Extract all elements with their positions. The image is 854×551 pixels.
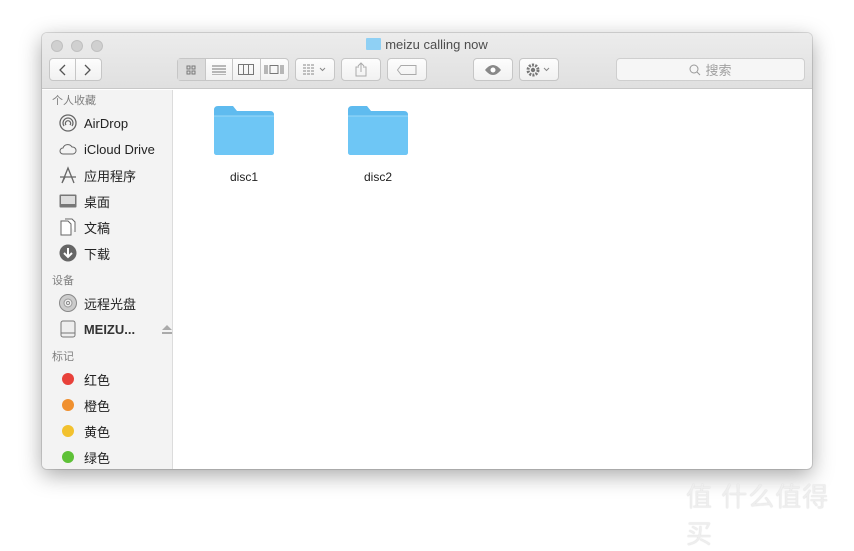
sidebar-item-label: 下载 <box>84 246 111 262</box>
folder-icon <box>348 106 408 155</box>
applications-icon <box>60 166 76 184</box>
download-icon <box>59 244 77 262</box>
desktop-icon <box>59 194 77 208</box>
search-placeholder: 搜索 <box>705 63 732 78</box>
sidebar-item-label: iCloud Drive <box>84 141 155 157</box>
sidebar-item-tag[interactable]: 橙色 <box>42 392 172 418</box>
sidebar-item-meizu[interactable]: MEIZU... <box>42 316 172 342</box>
list-icon <box>211 65 226 75</box>
sidebar-item-desktop[interactable]: 桌面 <box>42 188 172 214</box>
search-icon <box>689 64 701 75</box>
file-area: disc1 disc2 <box>174 90 812 469</box>
devices-header: 设备 <box>52 275 74 287</box>
coverflow-view-button[interactable] <box>261 59 288 80</box>
tag-color-dot-icon <box>62 373 74 385</box>
search-input[interactable]: 搜索 <box>616 58 805 81</box>
quicklook-button[interactable] <box>473 58 513 81</box>
sidebar-item-label: AirDrop <box>84 115 129 131</box>
tag-button[interactable] <box>387 58 427 81</box>
folder-name: disc2 <box>363 170 392 184</box>
arrange-button[interactable] <box>295 58 335 81</box>
action-button[interactable] <box>519 58 559 81</box>
folder-icon <box>366 38 382 50</box>
sidebar-item-label: 黄色 <box>84 424 111 440</box>
window-title: meizu calling now <box>42 37 812 52</box>
sidebar-item-documents[interactable]: 文稿 <box>42 214 172 240</box>
finder-window: meizu calling now 搜索 个人收藏 AirDrop iCloud… <box>42 33 812 469</box>
nav-buttons <box>49 58 102 81</box>
tag-color-dot-icon <box>62 425 74 437</box>
arrange-icon <box>303 64 326 75</box>
sidebar-item-label: 远程光盘 <box>84 296 137 312</box>
sidebar-item-tag[interactable]: 绿色 <box>42 444 172 469</box>
view-mode-segment <box>177 58 289 81</box>
gear-icon <box>526 63 550 76</box>
folder-item[interactable]: disc1 <box>204 104 284 184</box>
back-button[interactable] <box>50 59 76 80</box>
cloud-icon <box>59 144 77 155</box>
window-title-text: meizu calling now <box>385 37 488 52</box>
folder-icon <box>214 106 274 155</box>
sidebar-item-label: MEIZU... <box>83 321 136 337</box>
folder-item[interactable]: disc2 <box>338 104 418 184</box>
sidebar-item-tag[interactable]: 红色 <box>42 366 172 392</box>
share-button[interactable] <box>341 58 381 81</box>
sidebar: 个人收藏 AirDrop iCloud Drive 应用程序 桌面 文稿 下载 … <box>42 90 173 469</box>
sidebar-item-label: 红色 <box>84 372 111 388</box>
share-icon <box>355 62 367 77</box>
coverflow-icon <box>264 65 284 74</box>
drive-icon <box>60 320 76 338</box>
sidebar-item-downloads[interactable]: 下载 <box>42 240 172 266</box>
sidebar-item-label: 文稿 <box>84 220 111 236</box>
sidebar-item-airdrop[interactable]: AirDrop <box>42 110 172 136</box>
list-view-button[interactable] <box>206 59 233 80</box>
forward-button[interactable] <box>76 59 101 80</box>
columns-icon <box>238 64 255 75</box>
watermark: 值 什么值得买 <box>686 482 830 549</box>
sidebar-item-label: 绿色 <box>84 450 111 466</box>
grid-icon <box>186 65 196 74</box>
sidebar-item-remote-disc[interactable]: 远程光盘 <box>42 290 172 316</box>
disc-icon <box>59 294 77 312</box>
documents-icon <box>60 218 76 236</box>
icon-view-button[interactable] <box>178 59 206 80</box>
tag-color-dot-icon <box>62 399 74 411</box>
eye-icon <box>485 64 501 75</box>
eject-icon[interactable] <box>162 324 172 334</box>
sidebar-item-label: 桌面 <box>84 194 111 210</box>
tag-color-dot-icon <box>62 451 74 463</box>
sidebar-item-label: 橙色 <box>84 398 111 414</box>
tag-icon <box>397 64 417 75</box>
column-view-button[interactable] <box>233 59 261 80</box>
sidebar-item-applications[interactable]: 应用程序 <box>42 162 172 188</box>
folder-name: disc1 <box>229 170 258 184</box>
toolbar: meizu calling now 搜索 <box>42 33 812 89</box>
tags-header: 标记 <box>52 351 74 363</box>
sidebar-item-icloud[interactable]: iCloud Drive <box>42 136 172 162</box>
sidebar-item-label: 应用程序 <box>84 168 137 184</box>
airdrop-icon <box>59 114 77 132</box>
favorites-header: 个人收藏 <box>52 95 96 107</box>
sidebar-item-tag[interactable]: 黄色 <box>42 418 172 444</box>
